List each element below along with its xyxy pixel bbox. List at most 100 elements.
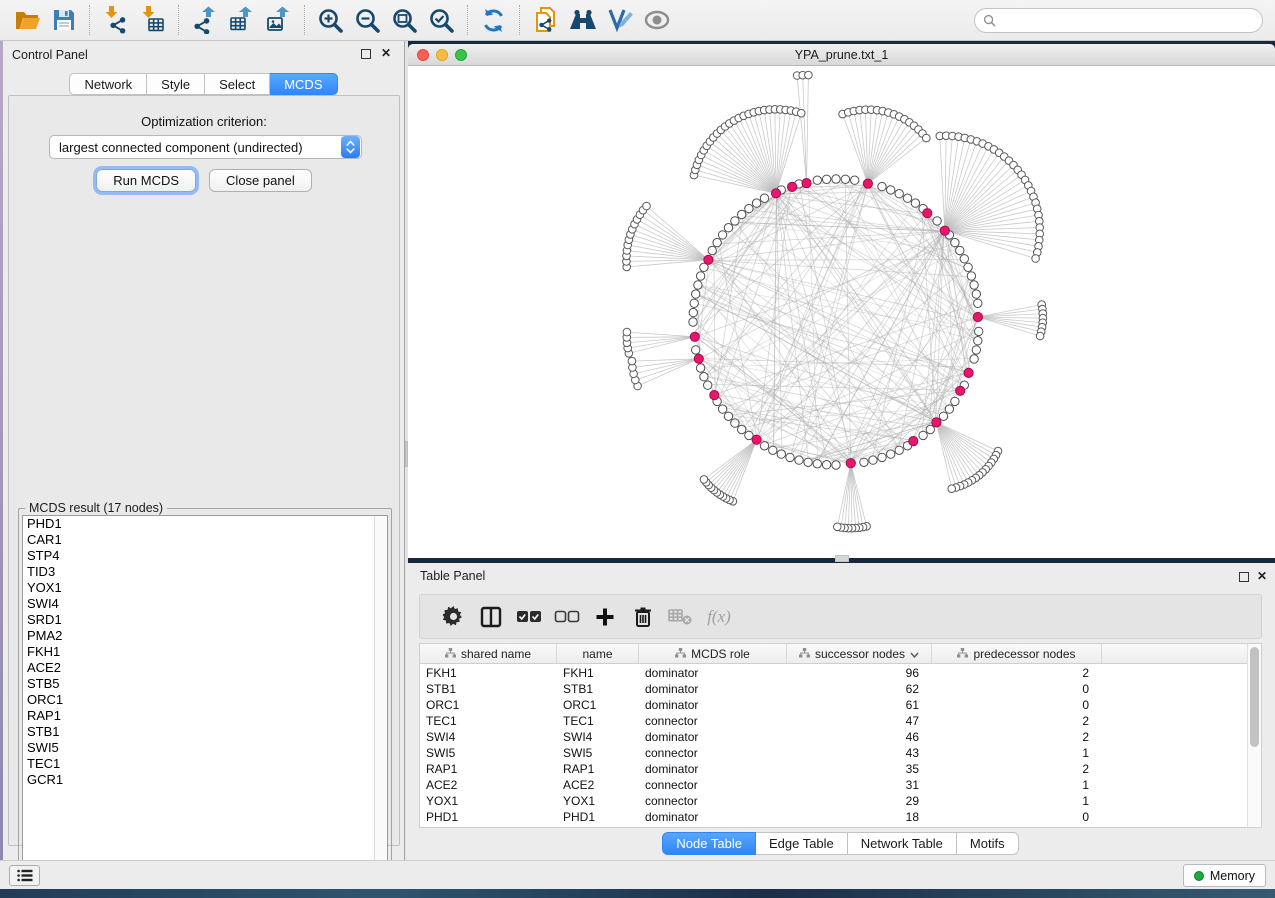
- horizontal-splitter-grip[interactable]: [835, 555, 849, 562]
- share-network-icon[interactable]: [527, 2, 564, 38]
- cell-successor-nodes[interactable]: 47: [787, 714, 932, 728]
- network-node[interactable]: [777, 450, 785, 458]
- network-node[interactable]: [694, 281, 702, 289]
- select-all-icon[interactable]: [510, 598, 548, 636]
- network-node[interactable]: [895, 446, 903, 454]
- network-node[interactable]: [919, 431, 927, 439]
- cell-MCDS-role[interactable]: dominator: [639, 682, 787, 696]
- table-scrollbar-thumb[interactable]: [1250, 647, 1259, 747]
- mcds-node[interactable]: [710, 391, 719, 400]
- mcds-node[interactable]: [863, 179, 872, 188]
- column-header-successor-nodes[interactable]: successor nodes: [787, 644, 932, 663]
- cell-MCDS-role[interactable]: dominator: [639, 810, 787, 824]
- cell-shared-name[interactable]: STB1: [420, 682, 557, 696]
- mcds-result-item[interactable]: FKH1: [23, 644, 387, 660]
- cell-MCDS-role[interactable]: connector: [639, 794, 787, 808]
- cell-successor-nodes[interactable]: 62: [787, 682, 932, 696]
- cell-name[interactable]: FKH1: [557, 666, 639, 680]
- network-node[interactable]: [786, 453, 794, 461]
- table-row[interactable]: TEC1TEC1connector472: [420, 713, 1248, 729]
- cell-successor-nodes[interactable]: 31: [787, 778, 932, 792]
- network-node[interactable]: [869, 456, 877, 464]
- network-node[interactable]: [805, 71, 813, 79]
- network-node[interactable]: [718, 231, 726, 239]
- mcds-node[interactable]: [788, 182, 797, 191]
- network-node[interactable]: [704, 381, 712, 389]
- cell-MCDS-role[interactable]: connector: [639, 778, 787, 792]
- network-node[interactable]: [804, 458, 812, 466]
- network-node[interactable]: [692, 290, 700, 298]
- save-icon[interactable]: [45, 2, 82, 38]
- network-node[interactable]: [696, 364, 704, 372]
- criterion-dropdown[interactable]: largest connected component (undirected): [49, 135, 362, 159]
- network-node[interactable]: [951, 397, 959, 405]
- network-node[interactable]: [643, 202, 651, 210]
- network-node[interactable]: [974, 337, 982, 345]
- mcds-result-item[interactable]: STB5: [23, 676, 387, 692]
- mcds-result-item[interactable]: PHD1: [23, 516, 387, 532]
- table-row[interactable]: FKH1FKH1dominator962: [420, 665, 1248, 681]
- mcds-node[interactable]: [752, 435, 761, 444]
- network-node[interactable]: [887, 450, 895, 458]
- cell-successor-nodes[interactable]: 96: [787, 666, 932, 680]
- cell-name[interactable]: YOX1: [557, 794, 639, 808]
- network-node[interactable]: [956, 246, 964, 254]
- mcds-node[interactable]: [846, 459, 855, 468]
- network-canvas[interactable]: [408, 66, 1275, 558]
- tab-network-table[interactable]: Network Table: [848, 832, 957, 855]
- close-panel-icon[interactable]: ✕: [381, 46, 391, 60]
- tab-motifs[interactable]: Motifs: [957, 832, 1019, 855]
- float-table-panel-icon[interactable]: [1239, 572, 1249, 582]
- mcds-result-item[interactable]: SRD1: [23, 612, 387, 628]
- network-node[interactable]: [970, 281, 978, 289]
- import-table-icon[interactable]: [134, 2, 171, 38]
- mcds-node[interactable]: [940, 226, 949, 235]
- network-node[interactable]: [878, 453, 886, 461]
- mcds-result-item[interactable]: YOX1: [23, 580, 387, 596]
- cell-MCDS-role[interactable]: dominator: [639, 730, 787, 744]
- network-node[interactable]: [731, 419, 739, 427]
- network-node[interactable]: [689, 308, 697, 316]
- network-node[interactable]: [970, 355, 978, 363]
- cell-MCDS-role[interactable]: dominator: [639, 666, 787, 680]
- network-node[interactable]: [967, 272, 975, 280]
- network-node[interactable]: [939, 412, 947, 420]
- network-node[interactable]: [887, 186, 895, 194]
- cell-successor-nodes[interactable]: 46: [787, 730, 932, 744]
- network-node[interactable]: [964, 263, 972, 271]
- cell-shared-name[interactable]: ORC1: [420, 698, 557, 712]
- network-node[interactable]: [795, 456, 803, 464]
- network-node[interactable]: [822, 175, 830, 183]
- network-window-titlebar[interactable]: YPA_prune.txt_1: [408, 44, 1275, 66]
- zoom-selected-icon[interactable]: [423, 2, 460, 38]
- cell-successor-nodes[interactable]: 61: [787, 698, 932, 712]
- show-details-eye-icon[interactable]: [638, 2, 675, 38]
- cell-shared-name[interactable]: SWI4: [420, 730, 557, 744]
- cell-shared-name[interactable]: PHD1: [420, 810, 557, 824]
- network-node[interactable]: [1036, 332, 1044, 340]
- columns-icon[interactable]: [472, 598, 510, 636]
- table-row[interactable]: ORC1ORC1dominator610: [420, 697, 1248, 713]
- network-node[interactable]: [797, 109, 805, 117]
- network-node[interactable]: [832, 175, 840, 183]
- network-node[interactable]: [760, 194, 768, 202]
- settings-gear-icon[interactable]: [434, 598, 472, 636]
- network-node[interactable]: [623, 328, 631, 336]
- column-header-name[interactable]: name: [557, 644, 639, 663]
- import-network-icon[interactable]: [97, 2, 134, 38]
- close-panel-button[interactable]: Close panel: [209, 169, 312, 192]
- cell-name[interactable]: TEC1: [557, 714, 639, 728]
- cell-predecessor-nodes[interactable]: 0: [932, 698, 1102, 712]
- annotation-mode-icon[interactable]: [601, 2, 638, 38]
- network-node[interactable]: [951, 238, 959, 246]
- deselect-all-icon[interactable]: [548, 598, 586, 636]
- network-node[interactable]: [895, 190, 903, 198]
- table-row[interactable]: PHD1PHD1dominator180: [420, 809, 1248, 825]
- network-node[interactable]: [700, 476, 708, 484]
- tab-node-table[interactable]: Node Table: [662, 832, 756, 855]
- network-node[interactable]: [860, 458, 868, 466]
- first-neighbors-icon[interactable]: [564, 2, 601, 38]
- cell-shared-name[interactable]: RAP1: [420, 762, 557, 776]
- mcds-result-item[interactable]: RAP1: [23, 708, 387, 724]
- cell-predecessor-nodes[interactable]: 2: [932, 730, 1102, 744]
